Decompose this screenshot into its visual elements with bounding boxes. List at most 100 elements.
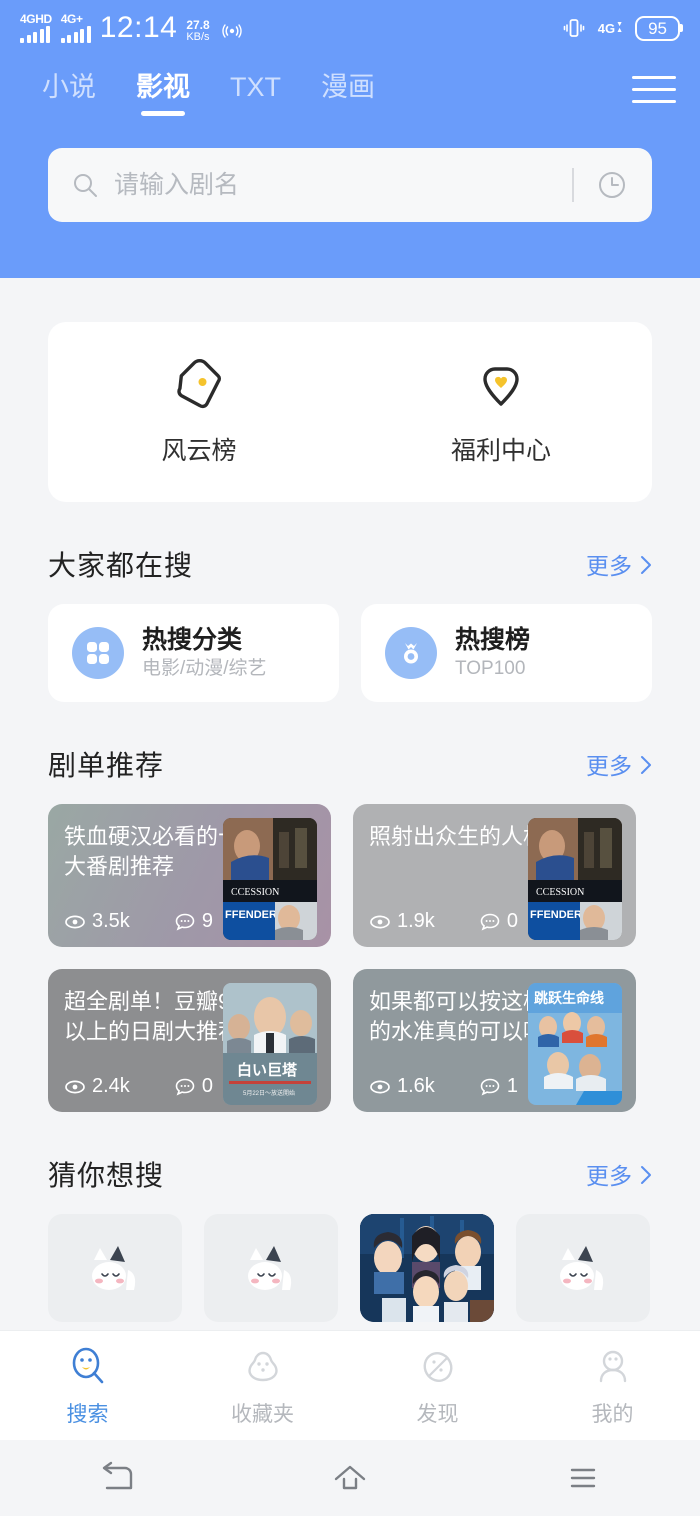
eye-icon [65,1080,85,1093]
tab-txt[interactable]: TXT [230,70,281,116]
tab-video[interactable]: 影视 [136,70,190,116]
bottom-nav-favorites[interactable]: 收藏夹 [175,1344,350,1428]
battery-indicator: 95 [635,15,680,41]
anime-group-poster [360,1214,494,1322]
comment-icon [175,913,195,931]
views-count: 1.6k [397,1075,435,1097]
recents-button[interactable] [467,1460,700,1496]
home-button[interactable] [233,1460,466,1496]
more-link-drama-recommend[interactable]: 更多 [586,747,652,781]
drama-card-title: 如果都可以按这样的水准真的可以哦 [369,989,546,1044]
app-header: 4GHD 4G+ 12:14 27.8 KB/s 4G ▼ ▲ 95 小说 影视… [0,0,700,278]
hamburger-menu-icon[interactable] [632,70,676,103]
tab-video-label: 影视 [136,72,190,102]
chevron-right-icon [640,1164,652,1184]
guess-item[interactable] [48,1214,182,1322]
search-container [0,134,700,222]
bottom-navigation: 搜索 收藏夹 发现 我的 [0,1330,700,1440]
guess-item[interactable] [516,1214,650,1322]
cat-placeholder-icon [516,1214,650,1322]
quick-action-ranking-label: 风云榜 [161,437,237,465]
chevron-right-icon [640,754,652,774]
quick-actions-card: 风云榜 福利中心 [48,322,652,502]
eye-icon [370,1080,390,1093]
data-rate: 27.8 KB/s [186,19,209,43]
drama-card-title: 照射出众生的人相 [369,824,546,849]
views-count: 1.9k [397,910,435,932]
hot-search-rank-card[interactable]: 热搜榜 TOP100 [361,604,652,702]
search-face-icon [72,1347,103,1383]
drama-card[interactable]: 超全剧单！豆瓣9.0以上的日剧大推荐 2.4k 0 白い巨塔 5月22日〜放送開… [48,969,331,1112]
guess-item[interactable] [360,1214,494,1322]
section-header-everyone-searching: 大家都在搜 更多 [0,544,700,584]
more-link-guess-you-want[interactable]: 更多 [586,1157,652,1191]
section-title: 猜你想搜 [48,1160,165,1191]
network-badge-1: 4GHD [20,12,52,26]
drama-card[interactable]: 如果都可以按这样的水准真的可以哦 1.6k 1 跳跃生命线 [353,969,636,1112]
back-icon [102,1461,132,1490]
profile-person-icon [599,1350,626,1382]
eye-icon [65,915,85,928]
quick-action-ranking[interactable]: 风云榜 [48,357,350,467]
drama-card[interactable]: 铁血硬汉必看的十大番剧推荐 3.5k 9 CCESSION FFENDERS [48,804,331,947]
comments-stat: 0 [174,1075,213,1098]
home-icon [334,1465,366,1490]
views-count: 2.4k [92,1075,130,1097]
comments-stat: 1 [479,1075,518,1098]
rescue-lifeline-poster-art: 跳跃生命线 [528,983,622,1105]
hot-search-category-subtitle: 电影/动漫/综艺 [142,658,267,679]
search-divider [572,168,574,202]
hot-search-category-card[interactable]: 热搜分类 电影/动漫/综艺 [48,604,339,702]
comment-icon [480,913,500,931]
hotspot-icon [219,17,245,43]
eye-icon [370,915,390,928]
comment-icon [175,1078,195,1096]
bottom-nav-profile[interactable]: 我的 [525,1344,700,1428]
comments-count: 1 [506,1075,518,1097]
bottom-nav-discover[interactable]: 发现 [350,1344,525,1428]
search-input[interactable] [100,170,566,200]
bottom-nav-search-label: 搜索 [66,1402,109,1426]
comment-icon [480,1078,500,1096]
drama-card-poster: CCESSION FFENDERS [528,818,622,940]
succession-offenders-poster-art: CCESSION FFENDERS [223,818,317,940]
guess-you-want-row [0,1214,700,1322]
search-bar[interactable] [48,148,652,222]
search-icon [70,170,100,200]
signal-1: 4GHD [20,12,52,43]
hot-search-category-title: 热搜分类 [142,626,243,654]
section-header-guess-you-want: 猜你想搜 更多 [0,1154,700,1194]
bottom-nav-search[interactable]: 搜索 [0,1344,175,1428]
svg-text:CCESSION: CCESSION [536,887,584,898]
system-navigation-bar [0,1440,700,1516]
tab-txt-label: TXT [230,72,281,102]
data-rate-unit: KB/s [186,31,210,43]
quick-action-welfare[interactable]: 福利中心 [350,357,652,467]
cat-placeholder-icon [204,1214,338,1322]
more-label: 更多 [586,1163,632,1189]
recents-icon [571,1468,596,1488]
medal-rank-icon [385,627,437,679]
bottom-nav-discover-label: 发现 [416,1402,459,1426]
drama-card-poster: 跳跃生命线 [528,983,622,1105]
battery-level: 95 [648,18,667,38]
more-link-everyone-searching[interactable]: 更多 [586,547,652,581]
status-clock: 12:14 [99,11,178,44]
back-button[interactable] [0,1460,233,1496]
tab-novel[interactable]: 小说 [42,70,96,116]
tab-comic[interactable]: 漫画 [321,70,375,116]
bottom-nav-favorites-label: 收藏夹 [231,1402,294,1426]
guess-item[interactable] [204,1214,338,1322]
comments-stat: 9 [174,910,213,933]
more-label: 更多 [586,753,632,779]
comments-count: 9 [201,910,213,932]
network-badge-2: 4G+ [60,12,83,26]
hot-search-rank-title: 热搜榜 [455,626,531,654]
app-screen: 4GHD 4G+ 12:14 27.8 KB/s 4G ▼ ▲ 95 小说 影视… [0,0,700,1516]
grid-category-icon [72,627,124,679]
history-clock-icon[interactable] [594,167,630,203]
white-tower-jdrama-poster-art: 白い巨塔 5月22日〜放送開始 [223,983,317,1105]
drama-card-grid: 铁血硬汉必看的十大番剧推荐 3.5k 9 CCESSION FFENDERS 照… [0,804,700,1112]
comments-count: 0 [201,1075,213,1097]
drama-card[interactable]: 照射出众生的人相 1.9k 0 CCESSION FFENDERS [353,804,636,947]
